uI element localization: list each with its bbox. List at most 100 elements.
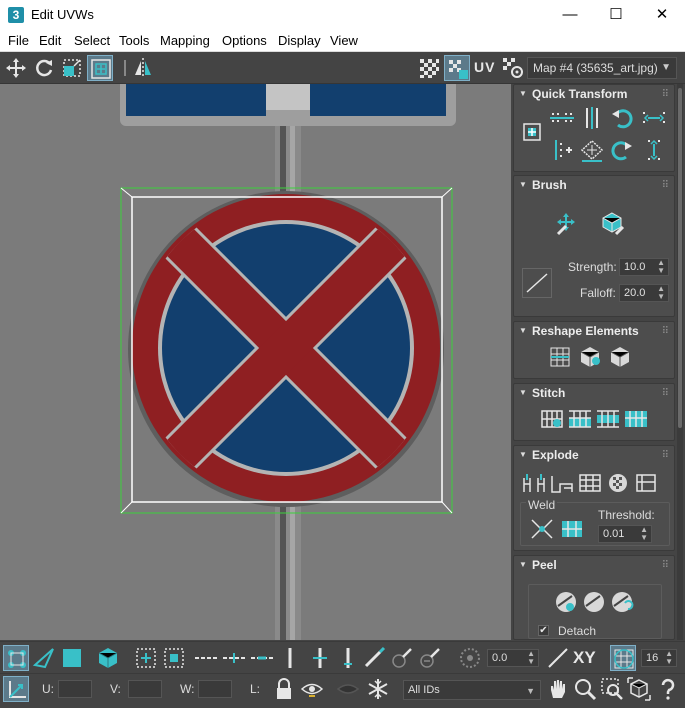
quick-peel-icon[interactable] — [552, 589, 580, 615]
menu-edit[interactable]: Edit — [39, 33, 61, 48]
brush-falloff-curve-icon[interactable] — [522, 268, 552, 298]
align-to-edge-icon[interactable] — [548, 137, 576, 163]
grow-loop-icon[interactable] — [221, 645, 247, 671]
rotate-ccw-icon[interactable] — [608, 105, 636, 131]
help-icon[interactable] — [655, 676, 681, 702]
stitch-average-icon[interactable] — [594, 406, 622, 432]
flatten-by-material-icon[interactable] — [632, 470, 660, 496]
straighten-icon[interactable] — [578, 137, 606, 163]
close-button[interactable]: ✕ — [639, 0, 685, 30]
freeform-icon[interactable] — [87, 55, 113, 81]
falloff-label: Falloff: — [580, 286, 616, 300]
set-pivot-icon[interactable] — [518, 119, 546, 145]
grid-snap-icon[interactable] — [610, 645, 636, 671]
quick-transform-header[interactable]: ▼ Quick Transform ⠿ — [514, 85, 674, 105]
reset-peel-icon[interactable] — [608, 589, 636, 615]
show-hidden-icon[interactable] — [335, 676, 361, 702]
threshold-spinner[interactable]: 0.01 ▲ ▼ — [598, 525, 652, 543]
scale-icon[interactable] — [59, 55, 85, 81]
polygon-select-icon[interactable] — [59, 645, 85, 671]
material-ids-dropdown[interactable]: All IDs ▼ — [403, 680, 541, 700]
paint-select-shrink-icon[interactable] — [417, 645, 443, 671]
rotate-cw-icon[interactable] — [608, 137, 636, 163]
edge-select-icon[interactable] — [31, 645, 57, 671]
w-field[interactable] — [198, 680, 232, 698]
stitch-header[interactable]: ▼ Stitch ⠿ — [514, 384, 674, 404]
menu-view[interactable]: View — [330, 33, 358, 48]
minimize-button[interactable]: — — [547, 0, 593, 30]
angle-spinner[interactable]: 0.0 ▲ ▼ — [487, 649, 539, 667]
shrink-loop-icon[interactable] — [249, 645, 275, 671]
align-horizontal-icon[interactable] — [548, 105, 576, 131]
brush-header[interactable]: ▼ Brush ⠿ — [514, 176, 674, 196]
ring-select-icon[interactable] — [277, 645, 303, 671]
zoom-region-icon[interactable] — [599, 676, 625, 702]
peel-header[interactable]: ▼ Peel ⠿ — [514, 556, 674, 576]
soft-selection-icon[interactable] — [457, 645, 483, 671]
paint-select-grow-icon[interactable] — [389, 645, 415, 671]
shrink-ring-icon[interactable] — [335, 645, 361, 671]
flatten-by-smoothing-icon[interactable] — [604, 470, 632, 496]
detach-edge-icon[interactable] — [548, 470, 576, 496]
break-icon[interactable] — [520, 470, 548, 496]
paint-select-icon[interactable] — [361, 645, 387, 671]
flatten-by-polygon-icon[interactable] — [576, 470, 604, 496]
map-dropdown[interactable]: Map #4 (35635_art.jpg) ▼ — [527, 57, 677, 79]
menu-options[interactable]: Options — [222, 33, 267, 48]
vertex-select-icon[interactable] — [3, 645, 29, 671]
detach-checkbox[interactable]: ✔ — [538, 625, 549, 636]
menu-tools[interactable]: Tools — [119, 33, 149, 48]
element-select-icon[interactable] — [95, 645, 121, 671]
strength-spinner[interactable]: 10.0 ▲ ▼ — [619, 258, 669, 276]
menu-select[interactable]: Select — [74, 33, 110, 48]
stitch-to-target-icon[interactable] — [622, 406, 650, 432]
freeze-icon[interactable] — [365, 676, 391, 702]
relax-until-flat-icon[interactable] — [576, 344, 604, 370]
pan-hand-icon[interactable] — [545, 676, 571, 702]
space-vertical-icon[interactable] — [640, 137, 668, 163]
lock-icon[interactable] — [271, 676, 297, 702]
relax-icon[interactable] — [606, 344, 634, 370]
angle-line-icon[interactable] — [545, 645, 571, 671]
map-dropdown-value: Map #4 (35635_art.jpg) — [533, 61, 658, 75]
falloff-spinner[interactable]: 20.0 ▲ ▼ — [619, 284, 669, 302]
loop-select-icon[interactable] — [193, 645, 219, 671]
align-vertical-icon[interactable] — [578, 105, 606, 131]
show-hide-icon[interactable] — [299, 676, 325, 702]
reshape-elements-header[interactable]: ▼ Reshape Elements ⠿ — [514, 322, 674, 342]
map-settings-icon[interactable] — [500, 55, 526, 81]
space-horizontal-icon[interactable] — [640, 105, 668, 131]
stitch-to-source-icon[interactable] — [566, 406, 594, 432]
maximize-button[interactable]: ☐ — [593, 0, 639, 30]
absolute-offset-mode-icon[interactable] — [3, 676, 29, 702]
mirror-icon[interactable] — [130, 55, 156, 81]
window-title: Edit UVWs — [31, 7, 94, 22]
grid-size-spinner[interactable]: 16 ▲ ▼ — [641, 649, 677, 667]
grip-icon: ⠿ — [661, 89, 669, 100]
xy-axis-toggle[interactable]: XY — [573, 648, 596, 668]
peel-mode-icon[interactable] — [580, 589, 608, 615]
explode-header[interactable]: ▼ Explode ⠿ — [514, 446, 674, 466]
checker-pattern-icon[interactable] — [416, 55, 442, 81]
uv-editor-viewport[interactable] — [0, 84, 511, 640]
v-field[interactable] — [128, 680, 162, 698]
weld-all-icon[interactable] — [558, 516, 586, 542]
straighten-selection-icon[interactable] — [546, 344, 574, 370]
menu-display[interactable]: Display — [278, 33, 321, 48]
weld-selected-icon[interactable] — [528, 516, 556, 542]
relax-brush-icon[interactable] — [598, 210, 626, 236]
show-map-icon[interactable] — [444, 55, 470, 81]
zoom-icon[interactable] — [572, 676, 598, 702]
panel-scrollbar-thumb[interactable] — [678, 88, 682, 428]
grow-selection-icon[interactable] — [133, 645, 159, 671]
u-field[interactable] — [58, 680, 92, 698]
shrink-selection-icon[interactable] — [161, 645, 187, 671]
zoom-extents-icon[interactable] — [626, 676, 652, 702]
menu-file[interactable]: File — [8, 33, 29, 48]
rotate-icon[interactable] — [31, 55, 57, 81]
paint-move-icon[interactable] — [552, 210, 580, 236]
stitch-custom-icon[interactable] — [538, 406, 566, 432]
menu-mapping[interactable]: Mapping — [160, 33, 210, 48]
move-icon[interactable] — [3, 55, 29, 81]
grow-ring-icon[interactable] — [307, 645, 333, 671]
